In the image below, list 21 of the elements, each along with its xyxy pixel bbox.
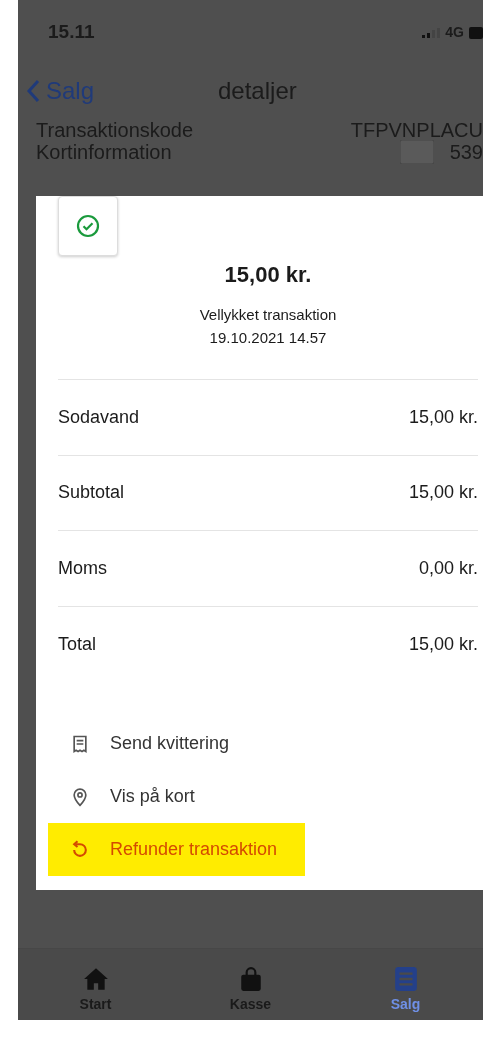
tab-item[interactable]: Salg [328, 949, 483, 1020]
battery-icon [469, 26, 483, 39]
list-icon [392, 965, 419, 993]
signal-icon [422, 27, 441, 38]
amount: 15,00 kr. [223, 261, 313, 289]
line-value: 15,00 kr. [408, 405, 478, 429]
line-label: Subtotal [58, 481, 125, 505]
chevron-left-icon [26, 79, 40, 103]
location-pin-icon [70, 785, 90, 808]
line-label: Total [58, 632, 97, 656]
action-item[interactable]: Vis på kort [58, 770, 201, 823]
action-item[interactable]: Send kvittering [58, 717, 236, 770]
line-value: 15,00 kr. [408, 632, 478, 656]
check-circle-icon [76, 214, 100, 238]
line-value: 15,00 kr. [408, 481, 478, 505]
action-item[interactable]: Refunder transaktion [48, 823, 306, 876]
line-label: Sodavand [58, 405, 140, 429]
line-label: Moms [58, 556, 107, 580]
date-text: 19.10.2021 14.57 [208, 328, 328, 348]
status-text: Vellykket transaktion [198, 305, 338, 325]
line-value: 0,00 kr. [418, 556, 478, 580]
